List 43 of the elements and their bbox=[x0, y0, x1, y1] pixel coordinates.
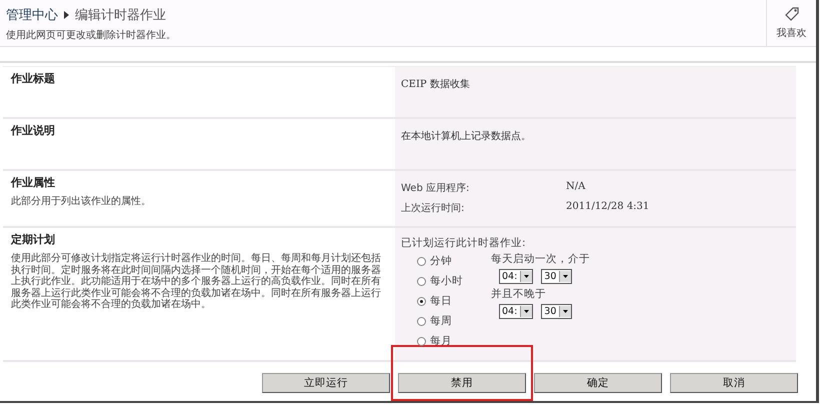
time-dropdown[interactable]: 04: bbox=[499, 304, 534, 319]
action-button[interactable]: 取消 bbox=[670, 373, 798, 393]
section-title: 作业标题 bbox=[11, 71, 56, 86]
field-value: 在本地计算机上记录数据点。 bbox=[401, 130, 532, 143]
action-button[interactable]: 立即运行 bbox=[262, 373, 390, 393]
radio-label[interactable]: 每月 bbox=[430, 334, 452, 348]
time-label: 每天启动一次，介于 bbox=[491, 252, 591, 266]
action-button[interactable]: 禁用 bbox=[398, 373, 526, 393]
dropdown-arrow-icon[interactable] bbox=[524, 310, 530, 313]
action-button[interactable]: 确定 bbox=[534, 373, 662, 393]
radio-button[interactable] bbox=[417, 336, 426, 346]
property-label: Web 应用程序: bbox=[401, 182, 470, 195]
time-dropdown[interactable]: 30 bbox=[541, 304, 572, 319]
radio-label[interactable]: 每周 bbox=[430, 314, 452, 328]
radio-label[interactable]: 每小时 bbox=[430, 274, 463, 288]
time-label: 并且不晚于 bbox=[491, 287, 547, 301]
section-title: 作业属性 bbox=[11, 175, 56, 190]
breadcrumb-link[interactable]: 管理中心 bbox=[6, 6, 58, 24]
time-dropdown[interactable]: 30 bbox=[541, 269, 572, 284]
field-value: CEIP 数据收集 bbox=[401, 78, 471, 91]
like-button[interactable]: 我喜欢 bbox=[766, 0, 816, 46]
section-title: 作业说明 bbox=[11, 123, 56, 138]
dropdown-arrow-icon[interactable] bbox=[524, 275, 530, 278]
time-dropdown[interactable]: 04: bbox=[499, 269, 534, 284]
property-value: 2011/12/28 4:31 bbox=[566, 201, 650, 214]
radio-button[interactable] bbox=[417, 276, 426, 286]
radio-label[interactable]: 每日 bbox=[430, 294, 452, 308]
radio-label[interactable]: 分钟 bbox=[430, 254, 452, 268]
page-description: 使用此网页可更改或删除计时器作业。 bbox=[6, 28, 176, 42]
section-description: 使用此部分可修改计划指定将运行计时器作业的时间。每日、每周和每月计划还包括执行时间。定时服务将在此时间间隔内选择一个随机时间，开始在每个适用的服务器上执行此作业。此功能适用于在场中的多个服务器上运行的高负载作业。同时在所有服务器上运行此类作业可能会将不合理的负载加诸在场中。同时在所有服务器上运行此类作业可能会将不合理的负载加诸在场中。 bbox=[11, 253, 382, 310]
dropdown-arrow-icon[interactable] bbox=[563, 310, 568, 313]
radio-button[interactable] bbox=[417, 256, 426, 266]
tag-icon bbox=[784, 6, 800, 22]
schedule-label: 已计划运行此计时器作业: bbox=[401, 236, 527, 250]
property-value: N/A bbox=[566, 181, 586, 194]
radio-button[interactable] bbox=[417, 316, 426, 326]
property-label: 上次运行时间: bbox=[401, 202, 466, 215]
page-title: 编辑计时器作业 bbox=[75, 7, 166, 24]
dropdown-arrow-icon[interactable] bbox=[563, 275, 568, 278]
section-description: 此部分用于列出该作业的属性。 bbox=[11, 196, 152, 208]
radio-button[interactable] bbox=[417, 296, 426, 306]
section-title: 定期计划 bbox=[11, 232, 56, 247]
breadcrumb-arrow-icon bbox=[64, 11, 69, 19]
